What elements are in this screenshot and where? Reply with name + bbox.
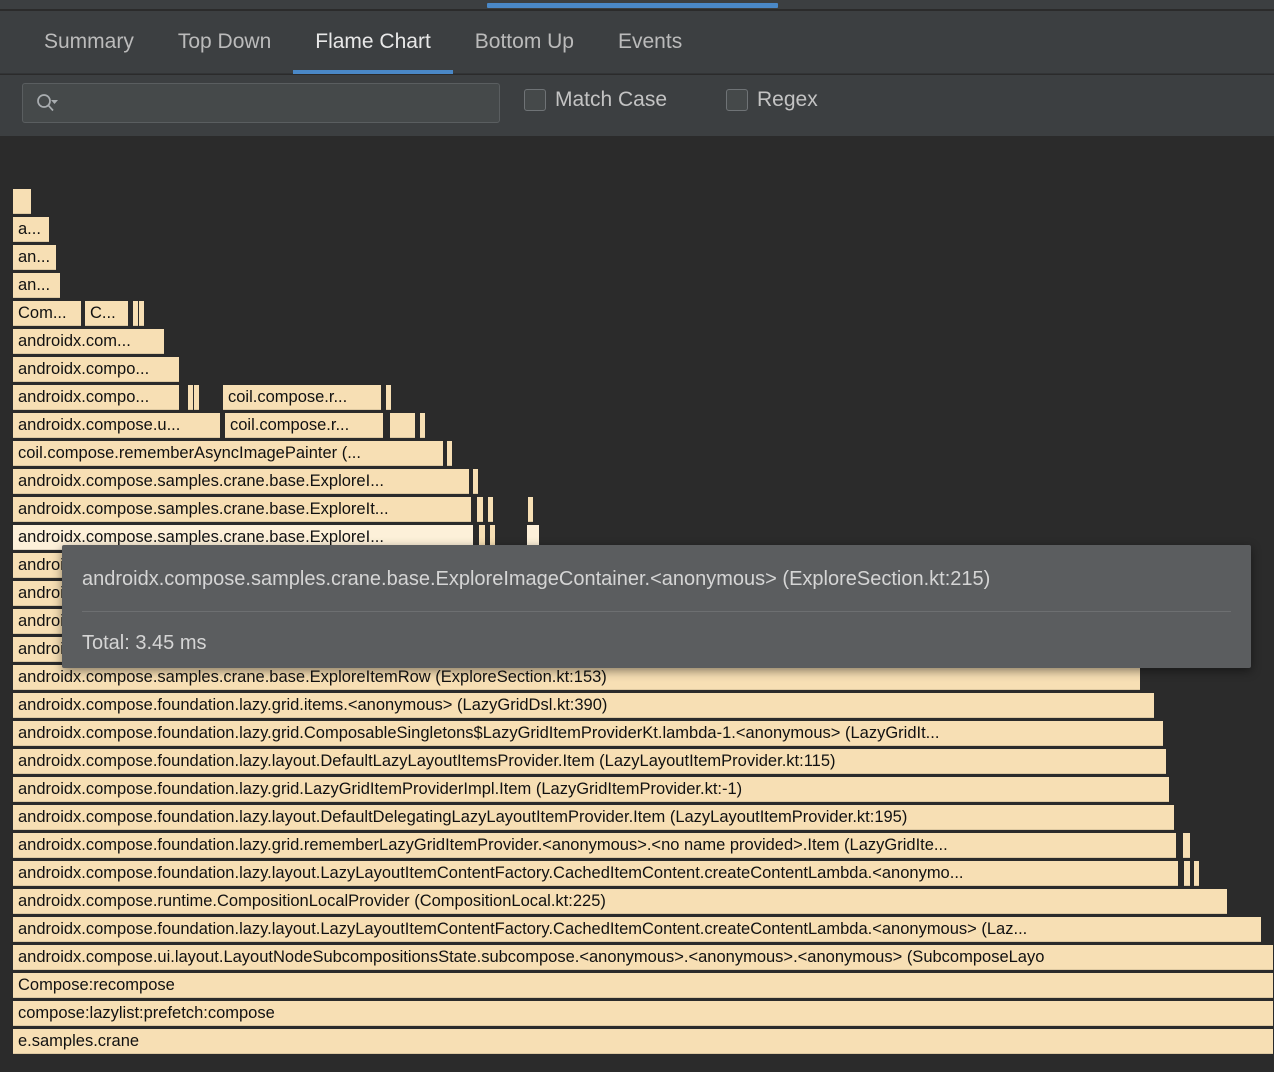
search-input[interactable] bbox=[61, 85, 499, 121]
flame-frame[interactable]: androidx.compose.foundation.lazy.layout.… bbox=[12, 916, 1262, 943]
tooltip-total: Total: 3.45 ms bbox=[82, 612, 1231, 655]
tab-label: Flame Chart bbox=[315, 30, 431, 54]
flame-frame[interactable]: androidx.compose.samples.crane.base.Expl… bbox=[12, 664, 1141, 691]
match-case-checkbox[interactable]: Match Case bbox=[524, 88, 667, 112]
flame-frame[interactable]: androidx.compose.u... bbox=[12, 412, 221, 439]
search-field[interactable] bbox=[22, 83, 500, 123]
flame-frame[interactable]: androidx.compose.foundation.lazy.grid.Co… bbox=[12, 720, 1164, 747]
flame-frame[interactable]: coil.compose.r... bbox=[224, 412, 384, 439]
flame-frame[interactable]: androidx.com... bbox=[12, 328, 165, 355]
flame-frame[interactable]: androidx.compose.foundation.lazy.layout.… bbox=[12, 748, 1167, 775]
flame-frame[interactable]: androidx.compo... bbox=[12, 384, 180, 411]
tab-label: Top Down bbox=[178, 30, 271, 54]
flame-frame[interactable] bbox=[385, 384, 392, 411]
flame-frame[interactable]: compose:lazylist:prefetch:compose bbox=[12, 1000, 1274, 1027]
flame-frame[interactable]: androidx.compose.samples.crane.base.Expl… bbox=[12, 496, 472, 523]
flame-frame[interactable] bbox=[476, 496, 484, 523]
flame-frame[interactable] bbox=[193, 384, 200, 411]
flame-frame[interactable]: an... bbox=[12, 272, 61, 299]
timeline-selection-strip[interactable] bbox=[0, 0, 1274, 10]
view-tab-bar: Summary Top Down Flame Chart Bottom Up E… bbox=[0, 11, 1274, 74]
regex-checkbox[interactable]: Regex bbox=[726, 88, 818, 112]
checkbox-box[interactable] bbox=[726, 89, 748, 111]
tooltip-title: androidx.compose.samples.crane.base.Expl… bbox=[82, 545, 1231, 590]
timeline-selection-range[interactable] bbox=[487, 3, 778, 8]
flame-frame[interactable]: an... bbox=[12, 244, 57, 271]
flame-frame[interactable] bbox=[487, 496, 494, 523]
tab-events[interactable]: Events bbox=[596, 11, 704, 74]
flame-frame[interactable]: androidx.compose.foundation.lazy.grid.La… bbox=[12, 776, 1170, 803]
tab-bottom-up[interactable]: Bottom Up bbox=[453, 11, 596, 74]
tab-label: Summary bbox=[44, 30, 134, 54]
tab-label: Events bbox=[618, 30, 682, 54]
flame-frame[interactable] bbox=[1182, 832, 1191, 859]
flame-frame[interactable]: Com... bbox=[12, 300, 82, 327]
flame-frame[interactable]: androidx.compo... bbox=[12, 356, 180, 383]
flame-frame[interactable]: coil.compose.r... bbox=[222, 384, 382, 411]
tab-flame-chart[interactable]: Flame Chart bbox=[293, 11, 453, 74]
flame-frame[interactable] bbox=[1183, 860, 1191, 887]
flame-frame[interactable] bbox=[1193, 860, 1200, 887]
tab-summary[interactable]: Summary bbox=[22, 11, 156, 74]
flame-frame[interactable]: androidx.compose.samples.crane.base.Expl… bbox=[12, 468, 470, 495]
flame-frame[interactable] bbox=[138, 300, 145, 327]
flame-frame[interactable] bbox=[389, 412, 416, 439]
flame-frame[interactable]: androidx.compose.foundation.lazy.layout.… bbox=[12, 860, 1179, 887]
regex-label: Regex bbox=[757, 88, 818, 112]
flame-frame[interactable]: C... bbox=[84, 300, 129, 327]
flame-frame[interactable] bbox=[472, 468, 479, 495]
checkbox-box[interactable] bbox=[524, 89, 546, 111]
flame-frame[interactable] bbox=[446, 440, 453, 467]
tab-top-down[interactable]: Top Down bbox=[156, 11, 293, 74]
flame-frame[interactable] bbox=[12, 188, 32, 215]
flame-frame[interactable]: coil.compose.rememberAsyncImagePainter (… bbox=[12, 440, 444, 467]
frame-tooltip: androidx.compose.samples.crane.base.Expl… bbox=[62, 545, 1251, 668]
search-icon[interactable] bbox=[35, 92, 61, 114]
flame-frame[interactable]: androidx.compose.runtime.CompositionLoca… bbox=[12, 888, 1228, 915]
flame-frame[interactable] bbox=[527, 496, 534, 523]
flame-frame[interactable]: androidx.compose.foundation.lazy.layout.… bbox=[12, 804, 1175, 831]
flame-frame[interactable]: androidx.compose.ui.layout.LayoutNodeSub… bbox=[12, 944, 1274, 971]
match-case-label: Match Case bbox=[555, 88, 667, 112]
flame-frame[interactable]: Compose:recompose bbox=[12, 972, 1274, 999]
flame-frame[interactable]: androidx.compose.foundation.lazy.grid.it… bbox=[12, 692, 1155, 719]
flame-frame[interactable]: androidx.compose.foundation.lazy.grid.re… bbox=[12, 832, 1177, 859]
flame-frame[interactable] bbox=[419, 412, 426, 439]
flame-frame[interactable]: a... bbox=[12, 216, 50, 243]
tab-label: Bottom Up bbox=[475, 30, 574, 54]
flame-frame[interactable]: e.samples.crane bbox=[12, 1028, 1274, 1055]
